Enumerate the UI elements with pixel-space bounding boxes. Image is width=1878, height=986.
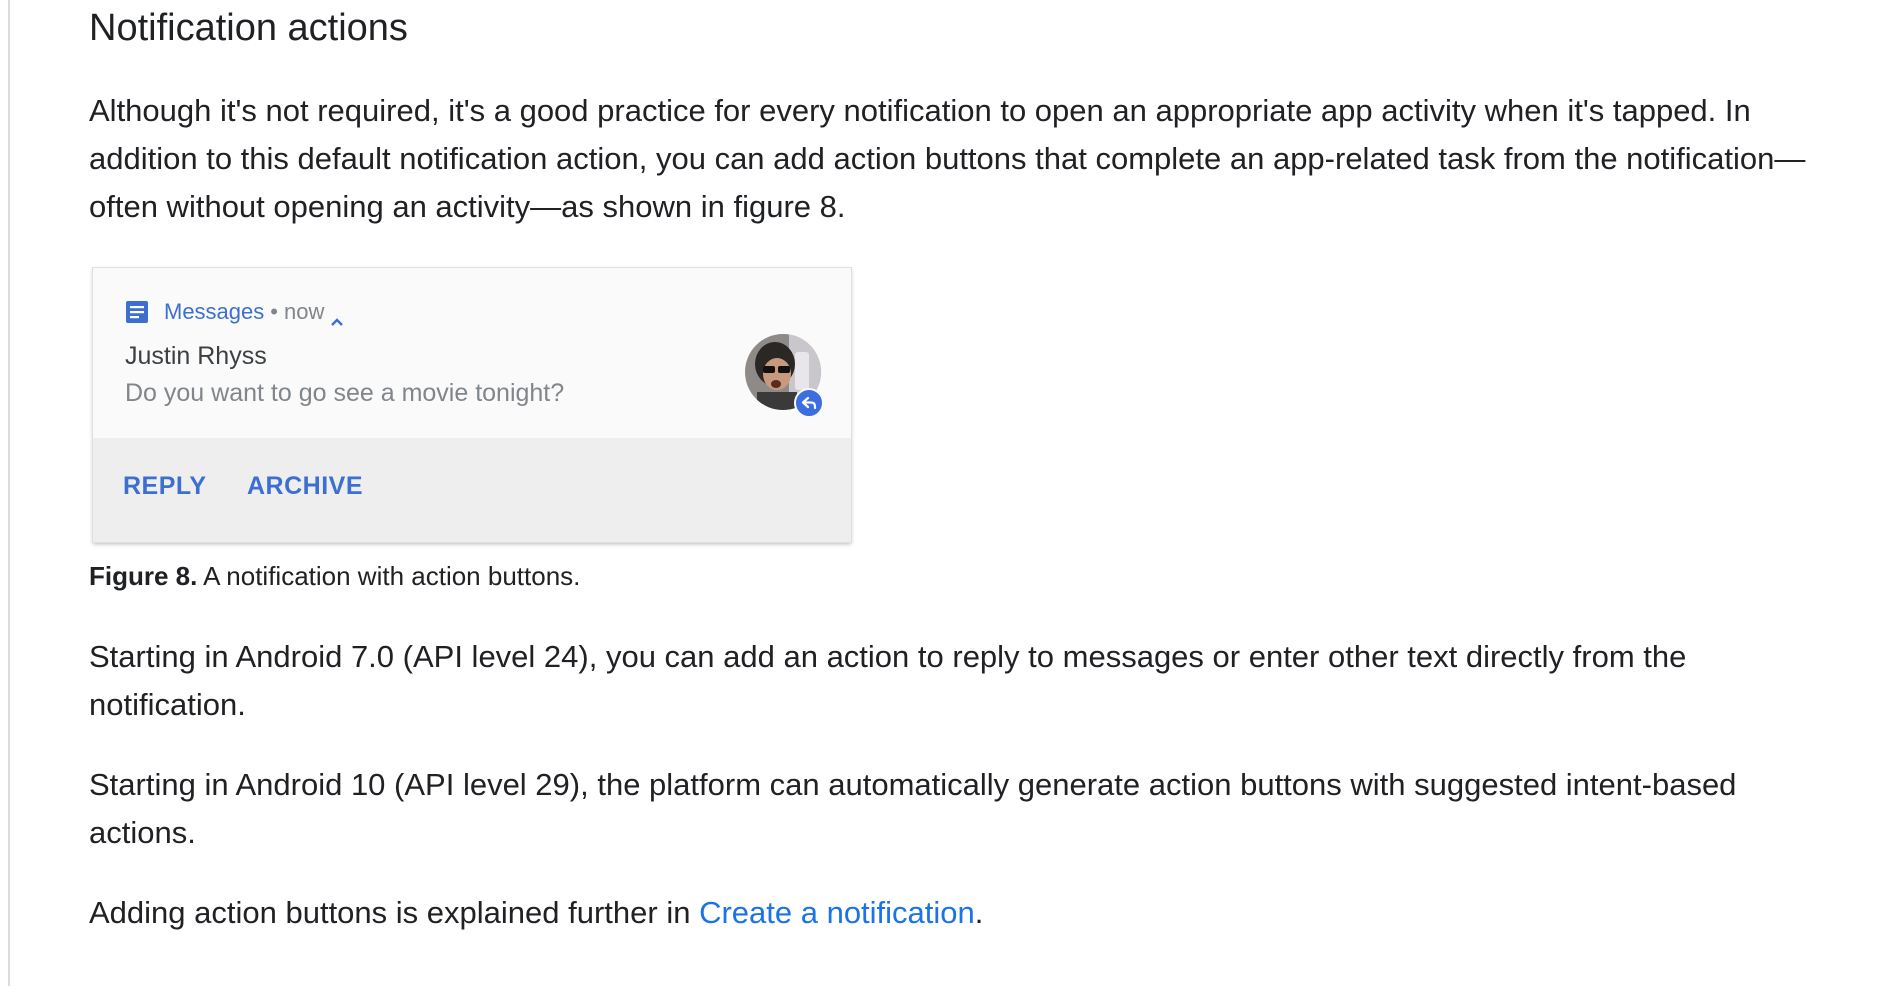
reply-arrow-icon xyxy=(794,388,824,418)
section-heading: Notification actions xyxy=(89,7,408,49)
header-separator: • xyxy=(270,299,278,324)
archive-button[interactable]: ARCHIVE xyxy=(247,472,363,501)
further-reading-prefix: Adding action buttons is explained furth… xyxy=(89,895,700,930)
notification-time: now xyxy=(283,299,325,324)
create-notification-link[interactable]: Create a notification xyxy=(699,895,975,930)
chevron-up-icon[interactable] xyxy=(330,307,344,326)
figure-caption: Figure 8. A notification with action but… xyxy=(89,558,580,594)
sender-name: Justin Rhyss xyxy=(125,342,267,370)
message-preview: Do you want to go see a movie tonight? xyxy=(125,379,565,407)
figure-caption-label: Figure 8. xyxy=(89,561,198,591)
notification-actions: REPLY ARCHIVE xyxy=(93,438,851,542)
android10-paragraph: Starting in Android 10 (API level 29), t… xyxy=(89,767,1737,850)
messages-app-icon xyxy=(125,300,149,324)
notification-figure: Messages • now Justin Rhyss Do you want … xyxy=(93,268,851,542)
left-border xyxy=(8,0,10,986)
notification-header: Messages • now xyxy=(125,298,344,326)
app-name: Messages xyxy=(164,299,265,324)
figure-caption-text: A notification with action buttons. xyxy=(197,561,581,591)
intro-paragraph: Although it's not required, it's a good … xyxy=(89,93,1806,224)
documentation-page: Notification actions Although it's not r… xyxy=(0,0,1878,986)
reply-button[interactable]: REPLY xyxy=(123,472,207,501)
further-reading-suffix: . xyxy=(974,895,984,930)
notification-body: Messages • now Justin Rhyss Do you want … xyxy=(93,268,851,438)
android7-paragraph: Starting in Android 7.0 (API level 24), … xyxy=(89,639,1687,722)
further-reading-paragraph: Adding action buttons is explained furth… xyxy=(89,889,1809,937)
